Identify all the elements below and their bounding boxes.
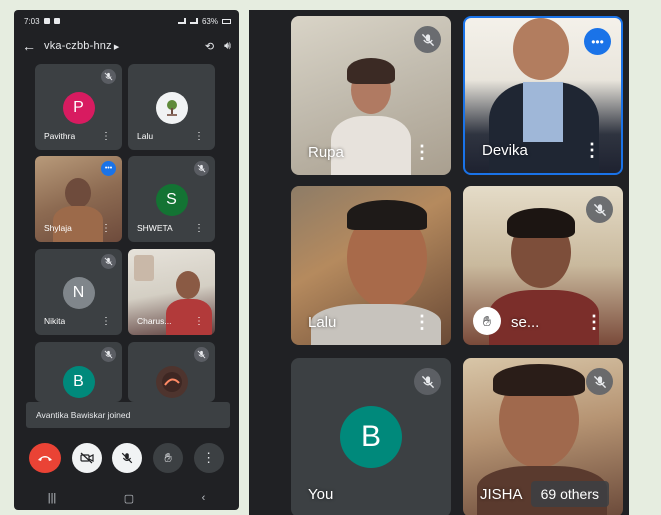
participant-tile[interactable]: P Pavithra ⋮ bbox=[35, 64, 122, 150]
more-options-icon[interactable]: ⋮ bbox=[585, 313, 603, 331]
participant-tile[interactable]: N Nikita ⋮ bbox=[35, 249, 122, 335]
notification-icon bbox=[53, 18, 60, 24]
participant-name: Charus... bbox=[137, 316, 172, 326]
speaking-indicator-icon: ••• bbox=[584, 28, 611, 55]
video-person bbox=[493, 364, 585, 396]
participant-name: You bbox=[308, 486, 334, 503]
avatar: B bbox=[340, 406, 402, 468]
more-options-icon[interactable]: ⋮ bbox=[101, 132, 111, 142]
mic-off-button[interactable] bbox=[112, 443, 143, 473]
others-count-badge[interactable]: 69 others bbox=[530, 481, 609, 507]
meeting-code-button[interactable]: vka-czbb-hnz ▶ bbox=[44, 40, 195, 52]
video-person bbox=[65, 178, 91, 208]
more-options-button[interactable]: ⋮ bbox=[193, 443, 224, 473]
android-nav-bar: ||| ▢ ‹ bbox=[14, 486, 239, 510]
participant-video-tile[interactable]: Lalu ⋮ bbox=[291, 186, 451, 345]
avatar-image bbox=[155, 366, 188, 398]
participant-video-tile[interactable]: ••• Shylaja ⋮ bbox=[35, 156, 122, 242]
raised-hand-icon: ✋︎ bbox=[473, 307, 501, 335]
participant-video-tile[interactable]: Rupa ⋮ bbox=[291, 16, 451, 175]
participant-name: JISHA bbox=[480, 486, 523, 503]
video-person bbox=[347, 58, 395, 84]
more-options-icon[interactable]: ⋮ bbox=[194, 317, 204, 327]
more-options-icon[interactable]: ⋮ bbox=[101, 317, 111, 327]
participant-name: se... bbox=[511, 314, 540, 331]
call-header: ← vka-czbb-hnz ▶ ⟲ 🔊︎ bbox=[14, 34, 239, 58]
mic-off-icon bbox=[586, 368, 613, 395]
mic-off-icon bbox=[194, 161, 209, 176]
end-call-button[interactable] bbox=[29, 443, 62, 473]
video-person bbox=[507, 208, 575, 238]
participant-video-tile[interactable]: JISHA 69 others bbox=[463, 358, 623, 515]
more-options-icon[interactable]: ⋮ bbox=[194, 224, 204, 234]
participant-name: SHWETA bbox=[137, 223, 173, 233]
call-controls: ✋︎ ⋮ bbox=[14, 440, 239, 476]
mic-off-icon bbox=[586, 196, 613, 223]
mic-off-icon bbox=[414, 368, 441, 395]
participant-video-tile[interactable]: ••• Devika ⋮ bbox=[463, 16, 623, 175]
mic-off-icon bbox=[101, 254, 116, 269]
raise-hand-button[interactable]: ✋︎ bbox=[153, 443, 184, 473]
wall-picture bbox=[134, 255, 154, 281]
participant-video-tile[interactable]: ✋︎ se... ⋮ bbox=[463, 186, 623, 345]
meeting-code: vka-czbb-hnz bbox=[44, 40, 112, 52]
back-arrow-icon[interactable]: ← bbox=[22, 38, 44, 54]
avatar: N bbox=[62, 277, 95, 309]
home-icon[interactable]: ▢ bbox=[124, 492, 134, 505]
switch-camera-icon[interactable]: ⟲ bbox=[205, 40, 214, 53]
avatar: S bbox=[155, 184, 188, 216]
participant-video-tile[interactable]: Charus... ⋮ bbox=[128, 249, 215, 335]
recent-apps-icon[interactable]: ||| bbox=[48, 492, 57, 504]
avatar-image bbox=[155, 92, 188, 124]
participant-tile[interactable]: S SHWETA ⋮ bbox=[128, 156, 215, 242]
video-person bbox=[166, 299, 212, 335]
mic-off-icon bbox=[194, 347, 209, 362]
video-person bbox=[347, 200, 427, 230]
avatar: P bbox=[62, 92, 95, 124]
mic-off-icon bbox=[414, 26, 441, 53]
speaking-indicator-icon: ••• bbox=[101, 161, 116, 176]
participant-name: Shylaja bbox=[44, 223, 72, 233]
participant-name: Lalu bbox=[308, 314, 337, 331]
mic-off-icon bbox=[101, 347, 116, 362]
avatar: B bbox=[62, 366, 95, 398]
notification-icon bbox=[43, 18, 50, 24]
status-bar: 7:03 63% bbox=[14, 10, 239, 32]
more-options-icon[interactable]: ⋮ bbox=[101, 224, 111, 234]
speaker-icon[interactable]: 🔊︎ bbox=[224, 40, 231, 53]
more-options-icon[interactable]: ⋮ bbox=[413, 313, 431, 331]
camera-off-button[interactable] bbox=[71, 443, 102, 473]
video-person bbox=[523, 82, 563, 142]
participant-name: Devika bbox=[482, 142, 528, 159]
video-person bbox=[513, 18, 569, 80]
chevron-right-icon: ▶ bbox=[113, 44, 120, 51]
participant-name: Rupa bbox=[308, 144, 344, 161]
back-icon[interactable]: ‹ bbox=[202, 492, 206, 504]
phone-screenshot: 7:03 63% ← vka-czbb-hnz ▶ ⟲ 🔊︎ P Pavithra… bbox=[14, 10, 239, 510]
video-person bbox=[176, 271, 200, 299]
join-notification: Avantika Bawiskar joined bbox=[26, 402, 230, 428]
more-options-icon[interactable]: ⋮ bbox=[413, 143, 431, 161]
participant-tile[interactable]: B bbox=[35, 342, 122, 402]
participant-name: Lalu bbox=[137, 131, 154, 141]
battery-percent: 63% bbox=[201, 16, 218, 26]
more-options-icon[interactable]: ⋮ bbox=[194, 132, 204, 142]
participant-name: Pavithra bbox=[44, 131, 76, 141]
participant-name: Nikita bbox=[44, 316, 66, 326]
mic-off-icon bbox=[101, 69, 116, 84]
participant-tile[interactable]: Lalu ⋮ bbox=[128, 64, 215, 150]
status-time: 7:03 bbox=[24, 16, 40, 26]
signal-icon bbox=[177, 18, 186, 24]
more-options-icon[interactable]: ⋮ bbox=[583, 141, 601, 159]
participant-tile[interactable] bbox=[128, 342, 215, 402]
wifi-icon bbox=[189, 18, 198, 24]
video-person bbox=[489, 290, 599, 345]
self-tile[interactable]: B You bbox=[291, 358, 451, 515]
battery-icon bbox=[222, 18, 231, 24]
meet-grid: Rupa ⋮ ••• Devika ⋮ Lalu ⋮ ✋︎ se... ⋮ B … bbox=[249, 10, 629, 515]
